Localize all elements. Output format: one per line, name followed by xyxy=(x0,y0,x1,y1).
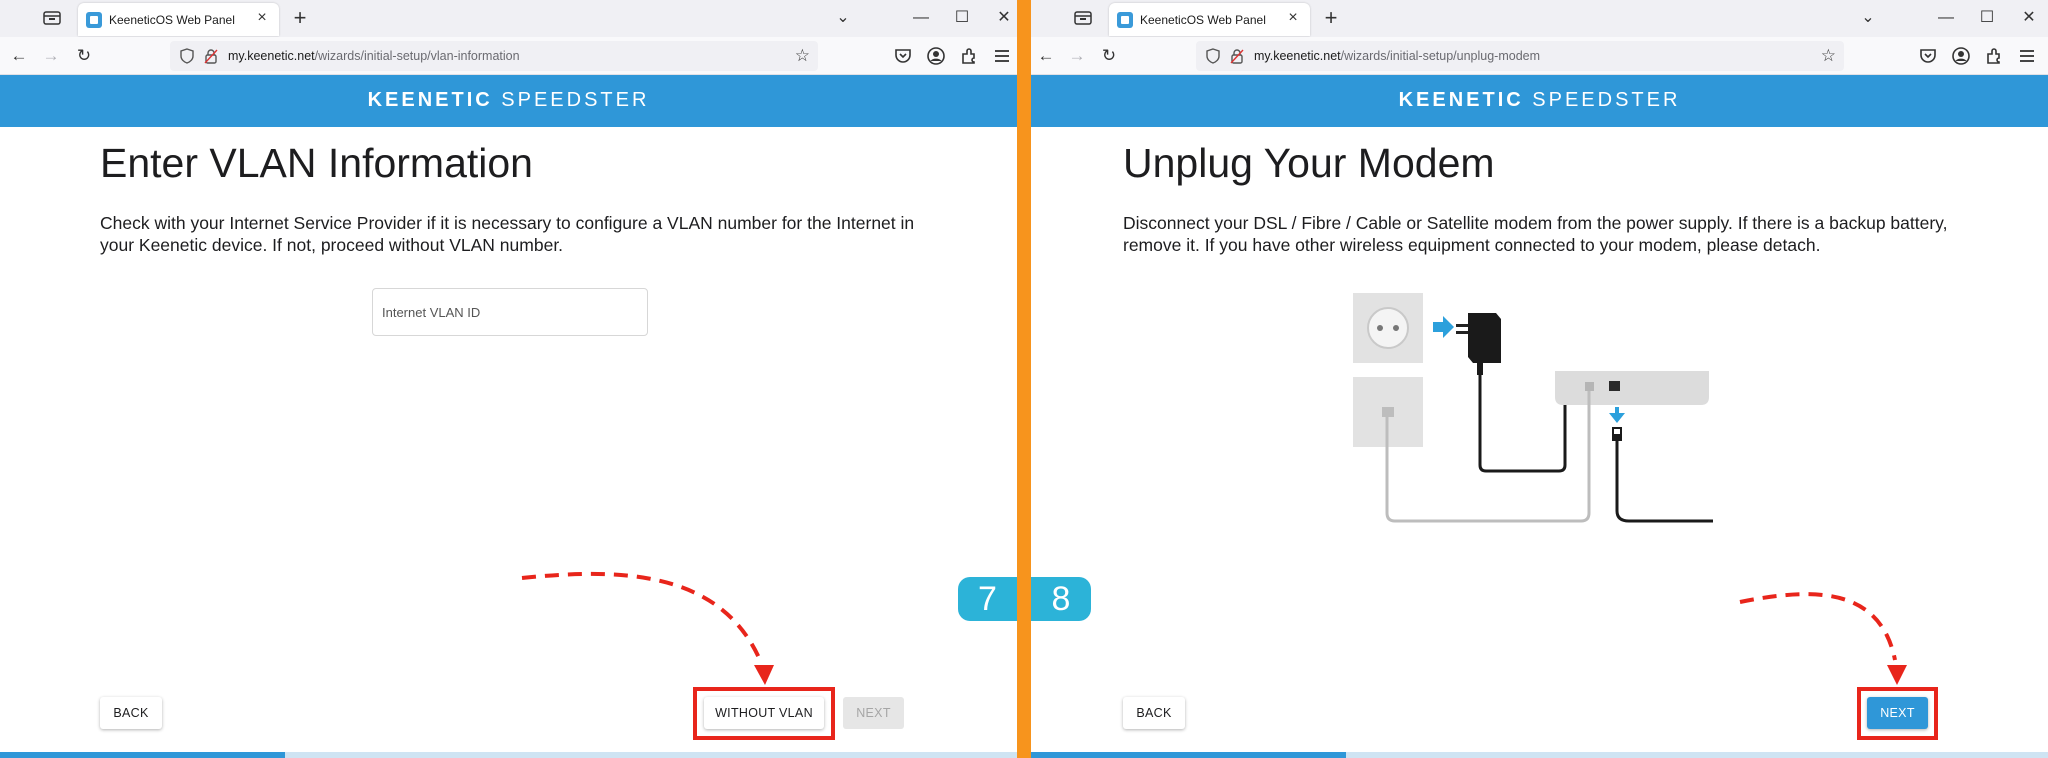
tab-bar: KeeneticOS Web Panel × + ⌄ — ☐ ✕ xyxy=(1031,0,2048,37)
tab-list-dropdown-icon[interactable]: ⌄ xyxy=(1857,6,1879,30)
brand-header: KEENETIC SPEEDSTER xyxy=(1031,75,2048,127)
new-tab-button[interactable]: + xyxy=(1321,6,1341,30)
browser-tab[interactable]: KeeneticOS Web Panel × xyxy=(78,3,279,36)
without-vlan-highlight xyxy=(693,687,835,740)
power-adapter-icon xyxy=(1456,313,1569,473)
menu-icon[interactable] xyxy=(992,46,1012,66)
modem-icon xyxy=(1385,371,1713,523)
brand-logo: KEENETIC SPEEDSTER xyxy=(367,89,650,111)
tab-bar: KeeneticOS Web Panel × + ⌄ — ☐ ✕ xyxy=(0,0,1017,37)
star-icon[interactable]: ☆ xyxy=(795,46,810,66)
wizard-progress-bar xyxy=(0,752,1017,758)
tab-title: KeeneticOS Web Panel xyxy=(109,13,235,27)
extensions-icon[interactable] xyxy=(959,46,979,66)
extensions-icon[interactable] xyxy=(1984,46,2004,66)
account-icon[interactable] xyxy=(926,46,946,66)
account-icon[interactable] xyxy=(1951,46,1971,66)
progress-fill xyxy=(1031,752,1347,758)
vlan-id-input[interactable] xyxy=(372,288,648,336)
minimize-button[interactable]: — xyxy=(910,6,932,30)
right-browser-window: KeeneticOS Web Panel × + ⌄ — ☐ ✕ ← → ↻ m… xyxy=(1031,0,2048,758)
back-nav-button[interactable]: ← xyxy=(8,45,30,67)
next-button-disabled[interactable]: NEXT xyxy=(843,697,904,729)
page-description: Check with your Internet Service Provide… xyxy=(100,213,915,255)
tab-list-icon[interactable] xyxy=(1073,9,1093,27)
reload-button[interactable]: ↻ xyxy=(73,45,95,67)
page-description: Disconnect your DSL / Fibre / Cable or S… xyxy=(1123,213,1948,255)
back-button[interactable]: BACK xyxy=(1123,697,1185,729)
brand-logo: KEENETIC SPEEDSTER xyxy=(1398,89,1681,111)
new-tab-button[interactable]: + xyxy=(290,6,310,30)
page-title: Enter VLAN Information xyxy=(100,140,533,186)
address-bar[interactable]: my.keenetic.net/wizards/initial-setup/vl… xyxy=(170,41,818,71)
unplug-modem-illustration xyxy=(1353,293,1713,523)
navigation-bar: ← → ↻ my.keenetic.net/wizards/initial-se… xyxy=(0,37,1017,75)
navigation-bar: ← → ↻ my.keenetic.net/wizards/initial-se… xyxy=(1031,37,2048,75)
tab-list-icon[interactable] xyxy=(42,9,62,27)
back-nav-button[interactable]: ← xyxy=(1035,45,1057,67)
lock-icon[interactable] xyxy=(204,48,218,64)
step-badge-7: 7 xyxy=(958,577,1017,621)
socket-icon xyxy=(1353,293,1423,363)
shield-icon[interactable] xyxy=(1206,48,1220,64)
arrow-down-icon xyxy=(1609,407,1625,423)
forward-nav-button[interactable]: → xyxy=(40,45,62,67)
reload-button[interactable]: ↻ xyxy=(1098,45,1120,67)
forward-nav-button[interactable]: → xyxy=(1066,45,1088,67)
pocket-icon[interactable] xyxy=(893,46,913,66)
next-highlight xyxy=(1857,687,1938,740)
favicon-icon xyxy=(86,12,102,28)
close-window-button[interactable]: ✕ xyxy=(993,6,1015,30)
maximize-button[interactable]: ☐ xyxy=(1976,6,1998,30)
minimize-button[interactable]: — xyxy=(1935,6,1957,30)
browser-tab[interactable]: KeeneticOS Web Panel × xyxy=(1109,3,1310,36)
tab-close-icon[interactable]: × xyxy=(253,9,271,27)
address-bar[interactable]: my.keenetic.net/wizards/initial-setup/un… xyxy=(1196,41,1844,71)
screenshot-divider xyxy=(1017,0,1031,758)
lock-icon[interactable] xyxy=(1230,48,1244,64)
maximize-button[interactable]: ☐ xyxy=(951,6,973,30)
pocket-icon[interactable] xyxy=(1918,46,1938,66)
left-browser-window: KeeneticOS Web Panel × + ⌄ — ☐ ✕ ← → ↻ m… xyxy=(0,0,1017,758)
progress-fill xyxy=(0,752,285,758)
menu-icon[interactable] xyxy=(2017,46,2037,66)
arrow-icon xyxy=(1433,316,1454,338)
favicon-icon xyxy=(1117,12,1133,28)
step-badge-8: 8 xyxy=(1031,577,1091,621)
close-window-button[interactable]: ✕ xyxy=(2018,6,2040,30)
url-text[interactable]: my.keenetic.net/wizards/initial-setup/un… xyxy=(1254,49,1540,63)
back-button[interactable]: BACK xyxy=(100,697,162,729)
url-text[interactable]: my.keenetic.net/wizards/initial-setup/vl… xyxy=(228,49,520,63)
tab-close-icon[interactable]: × xyxy=(1284,9,1302,27)
star-icon[interactable]: ☆ xyxy=(1821,46,1836,66)
brand-header: KEENETIC SPEEDSTER xyxy=(0,75,1017,127)
tab-list-dropdown-icon[interactable]: ⌄ xyxy=(832,6,854,30)
page-title: Unplug Your Modem xyxy=(1123,140,1495,186)
shield-icon[interactable] xyxy=(180,48,194,64)
wizard-progress-bar xyxy=(1031,752,2048,758)
tab-title: KeeneticOS Web Panel xyxy=(1140,13,1266,27)
